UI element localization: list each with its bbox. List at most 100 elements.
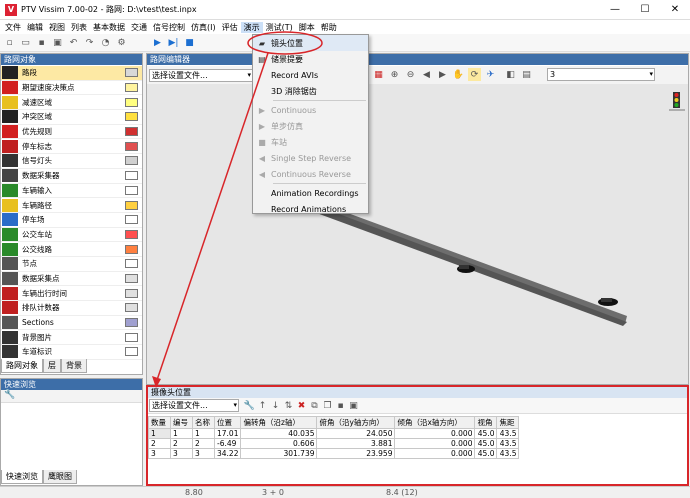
cell-focal[interactable]: 43.5 bbox=[496, 438, 520, 449]
network-object-swatch[interactable] bbox=[125, 171, 138, 181]
network-object-swatch[interactable] bbox=[125, 288, 138, 298]
column-header[interactable]: 位置 bbox=[213, 416, 242, 429]
tab-1[interactable]: 层 bbox=[43, 359, 61, 373]
rotate-3d-icon[interactable]: ⟳ bbox=[468, 68, 481, 81]
save-icon[interactable]: ▪ bbox=[334, 399, 347, 412]
table-row[interactable]: 3 3 3 34.22 301.739 23.959 0.000 45.0 43.5 bbox=[148, 448, 520, 459]
cell-pitch[interactable]: 23.959 bbox=[316, 448, 396, 459]
presentation-menu-item[interactable]: Record AVIs bbox=[253, 67, 368, 83]
presentation-menu-item[interactable]: ◀ Continuous Reverse bbox=[253, 166, 368, 182]
sort-icon[interactable]: ⇅ bbox=[282, 399, 295, 412]
network-object-item[interactable]: 停车标志 bbox=[1, 139, 142, 155]
network-object-swatch[interactable] bbox=[125, 273, 138, 283]
network-object-swatch[interactable] bbox=[125, 200, 138, 210]
network-object-item[interactable]: 车辆路径 bbox=[1, 198, 142, 213]
network-object-item[interactable]: Sections bbox=[1, 316, 142, 331]
menu-3[interactable]: 列表 bbox=[68, 22, 90, 33]
copy-icon[interactable]: ⧉ bbox=[308, 399, 321, 412]
table-row[interactable]: 1 1 1 17.01 40.035 24.050 0.000 45.0 43.5 bbox=[148, 428, 520, 439]
cell-pos[interactable]: 34.22 bbox=[213, 448, 242, 459]
cell-name[interactable]: 3 bbox=[192, 448, 215, 459]
cell-name[interactable]: 2 bbox=[192, 438, 215, 449]
menu-9[interactable]: 演示 bbox=[240, 21, 263, 33]
network-object-item[interactable]: 减速区域 bbox=[1, 95, 142, 111]
cell-no[interactable]: 3 bbox=[170, 448, 193, 459]
column-header[interactable]: 视角 bbox=[474, 416, 498, 429]
menu-0[interactable]: 文件 bbox=[2, 22, 24, 33]
column-header[interactable]: 焦距 bbox=[496, 416, 520, 429]
menu-1[interactable]: 编辑 bbox=[24, 22, 46, 33]
presentation-menu-item[interactable]: ▶ Continuous bbox=[253, 102, 368, 118]
cell-pitch[interactable]: 24.050 bbox=[316, 428, 396, 439]
tab-0[interactable]: 路网对象 bbox=[1, 359, 43, 373]
network-object-item[interactable]: 路段 bbox=[1, 66, 142, 81]
presentation-menu-item[interactable]: 3D 消除锯齿 bbox=[253, 83, 368, 99]
open-file-icon[interactable]: ▭ bbox=[19, 36, 32, 49]
network-object-swatch[interactable] bbox=[125, 97, 138, 107]
menu-12[interactable]: 帮助 bbox=[318, 22, 340, 33]
view-3d-icon[interactable]: ◧ bbox=[504, 68, 517, 81]
zoom-out-icon[interactable]: ⊖ bbox=[404, 68, 417, 81]
menu-6[interactable]: 信号控制 bbox=[150, 22, 188, 33]
cell-yaw[interactable]: 301.739 bbox=[240, 448, 318, 459]
network-object-swatch[interactable] bbox=[125, 347, 138, 357]
cell-yaw[interactable]: 40.035 bbox=[240, 428, 318, 439]
wrench-icon[interactable]: 🔧 bbox=[4, 390, 15, 400]
save-icon[interactable]: ▪ bbox=[35, 36, 48, 49]
stop-icon[interactable]: ■ bbox=[183, 36, 196, 49]
column-header[interactable]: 编号 bbox=[170, 416, 193, 429]
sort-descending-icon[interactable]: ↓ bbox=[269, 399, 282, 412]
zoom-extent-icon[interactable]: ▦ bbox=[372, 68, 385, 81]
cell-fov[interactable]: 45.0 bbox=[474, 428, 498, 439]
maximize-button[interactable]: ☐ bbox=[630, 0, 660, 20]
tab-0[interactable]: 快速浏览 bbox=[1, 470, 43, 484]
cell-roll[interactable]: 0.000 bbox=[394, 448, 476, 459]
network-object-item[interactable]: 冲突区域 bbox=[1, 110, 142, 125]
cell-focal[interactable]: 43.5 bbox=[496, 448, 520, 459]
tab-1[interactable]: 鹰眼图 bbox=[43, 470, 77, 484]
network-object-swatch[interactable] bbox=[125, 156, 138, 166]
network-object-item[interactable]: 数据采集器 bbox=[1, 169, 142, 184]
menu-10[interactable]: 测试(T) bbox=[263, 22, 296, 33]
duplicate-icon[interactable]: ❐ bbox=[321, 399, 334, 412]
network-object-swatch[interactable] bbox=[125, 68, 138, 78]
column-header[interactable]: 俯角（沿y轴方向） bbox=[316, 416, 396, 429]
network-object-item[interactable]: 车道标识 bbox=[1, 345, 142, 360]
zoom-select[interactable]: 3 ▾ bbox=[547, 68, 655, 81]
network-object-item[interactable]: 车辆出行时间 bbox=[1, 286, 142, 301]
presentation-menu-item[interactable]: ▤ 储景提要 bbox=[253, 51, 368, 67]
cell-fov[interactable]: 45.0 bbox=[474, 448, 498, 459]
network-object-swatch[interactable] bbox=[125, 332, 138, 342]
step-forward-icon[interactable]: ▶| bbox=[167, 36, 180, 49]
network-object-item[interactable]: 优先规则 bbox=[1, 125, 142, 140]
cell-roll[interactable]: 0.000 bbox=[394, 438, 476, 449]
menu-5[interactable]: 交通 bbox=[128, 22, 150, 33]
column-header[interactable]: 数量 bbox=[148, 416, 171, 429]
cell-pos[interactable]: 17.01 bbox=[213, 428, 242, 439]
network-object-swatch[interactable] bbox=[125, 141, 138, 151]
network-object-swatch[interactable] bbox=[125, 112, 138, 122]
network-object-item[interactable]: 车辆输入 bbox=[1, 183, 142, 199]
menu-8[interactable]: 评估 bbox=[219, 22, 241, 33]
previous-view-icon[interactable]: ◀ bbox=[420, 68, 433, 81]
zoom-in-icon[interactable]: ⊕ bbox=[388, 68, 401, 81]
network-object-item[interactable]: 数据采集点 bbox=[1, 271, 142, 287]
presentation-menu-item[interactable]: ◀ Single Step Reverse bbox=[253, 150, 368, 166]
presentation-menu-item[interactable]: ▰ 镜头位置 bbox=[253, 35, 368, 51]
table-row[interactable]: 2 2 2 -6.49 0.606 3.881 0.000 45.0 43.5 bbox=[148, 438, 520, 449]
save-as-icon[interactable]: ▣ bbox=[51, 36, 64, 49]
cell-count[interactable]: 2 bbox=[148, 438, 171, 449]
undo-icon[interactable]: ↶ bbox=[67, 36, 80, 49]
cell-count[interactable]: 3 bbox=[148, 448, 171, 459]
network-object-item[interactable]: 期望速度决策点 bbox=[1, 81, 142, 96]
network-object-item[interactable]: 背景图片 bbox=[1, 330, 142, 346]
cell-roll[interactable]: 0.000 bbox=[394, 428, 476, 439]
menu-2[interactable]: 视图 bbox=[46, 22, 68, 33]
menu-4[interactable]: 基本数据 bbox=[90, 22, 128, 33]
cell-pitch[interactable]: 3.881 bbox=[316, 438, 396, 449]
redo-icon[interactable]: ↷ bbox=[83, 36, 96, 49]
tab-2[interactable]: 背景 bbox=[61, 359, 87, 373]
network-object-item[interactable]: 节点 bbox=[1, 257, 142, 272]
pan-hand-icon[interactable]: ✋ bbox=[452, 68, 465, 81]
wrench-icon[interactable]: 🔧 bbox=[243, 399, 256, 412]
